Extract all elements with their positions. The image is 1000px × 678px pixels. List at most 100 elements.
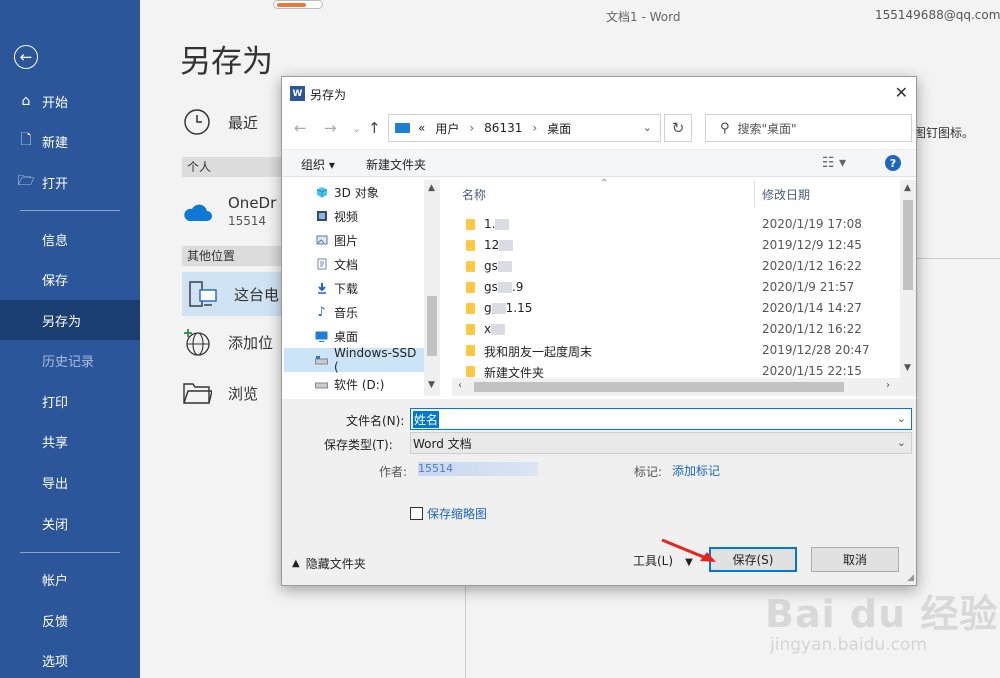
file-list-horizontal-scrollbar[interactable]: ‹ › (452, 378, 916, 396)
recent-locations-icon[interactable]: ⌄ (352, 122, 361, 135)
location-this-pc[interactable]: 这台电 (182, 272, 292, 316)
dialog-titlebar[interactable]: W 另存为 ✕ (282, 77, 916, 109)
file-row[interactable]: x 2020/1/12 16:22 (452, 319, 898, 340)
file-row[interactable]: 1. 2020/1/19 17:08 (452, 214, 898, 235)
chevron-right-icon[interactable]: › (886, 380, 890, 391)
tree-item-downloads[interactable]: 下载 (284, 276, 424, 300)
tree-item-pictures[interactable]: 图片 (284, 228, 424, 252)
blurred-text (499, 240, 514, 251)
filetype-select[interactable]: Word 文档 ⌄ (410, 432, 912, 454)
nav-info[interactable]: 信息 (0, 219, 140, 259)
search-input[interactable]: ⚲ 搜索"桌面" (705, 114, 912, 142)
file-row[interactable]: 我和朋友一起度周末 2019/12/28 20:47 (452, 340, 898, 361)
folder-icon (466, 366, 475, 377)
file-row[interactable]: 12 2019/12/9 12:45 (452, 235, 898, 256)
up-icon[interactable]: ↑ (368, 119, 381, 137)
checkbox-box[interactable] (410, 507, 423, 520)
location-add-place[interactable]: 添加位 (180, 325, 290, 359)
tree-item-drive-d[interactable]: 软件 (D:) (284, 372, 424, 396)
navigation-pane: 3D 对象 视频 图片 文档 下载 ♪ 音乐 桌面 Windows-SSD ( (284, 180, 440, 396)
back-arrow-icon[interactable]: ← (14, 45, 38, 69)
scrollbar-thumb[interactable] (474, 382, 844, 392)
nav-history[interactable]: 历史记录 (0, 340, 140, 380)
file-row[interactable]: g 1.15 2020/1/14 14:27 (452, 298, 898, 319)
view-options-icon[interactable]: ☷ ▾ (822, 155, 846, 171)
save-button[interactable]: 保存(S) (709, 547, 797, 572)
tree-item-label: 软件 (D:) (334, 377, 385, 392)
nav-account[interactable]: 帐户 (0, 559, 140, 599)
nav-options[interactable]: 选项 (0, 640, 140, 678)
chevron-down-icon[interactable]: ▼ (428, 380, 435, 390)
nav-close[interactable]: 关闭 (0, 503, 140, 543)
nav-export[interactable]: 导出 (0, 462, 140, 502)
file-date: 2019/12/28 20:47 (762, 343, 870, 357)
tree-item-desktop[interactable]: 桌面 (284, 324, 424, 348)
chevron-down-icon[interactable]: ▼ (904, 363, 911, 373)
breadcrumb-user[interactable]: 86131 (484, 121, 522, 135)
nav-share[interactable]: 共享 (0, 421, 140, 461)
chevron-right-icon[interactable]: › (469, 121, 474, 135)
back-icon[interactable]: ← (294, 119, 307, 137)
column-header-date[interactable]: 修改日期 (762, 180, 810, 208)
add-tag-link[interactable]: 添加标记 (672, 462, 720, 479)
column-header-name[interactable]: 名称 (462, 180, 486, 208)
location-recent[interactable]: 最近 (180, 105, 290, 139)
chevron-right-icon[interactable]: › (532, 121, 537, 135)
tree-item-documents[interactable]: 文档 (284, 252, 424, 276)
location-browse[interactable]: 浏览 (180, 376, 290, 410)
hide-folders-toggle[interactable]: ▲ 隐藏文件夹 (292, 555, 366, 572)
help-icon[interactable]: ? (885, 155, 901, 171)
chevron-up-icon[interactable]: ▲ (904, 183, 911, 193)
organize-button[interactable]: 组织 ▾ (301, 156, 335, 173)
blurred-text (497, 282, 512, 293)
onedrive-name: OneDr (228, 194, 277, 212)
column-divider[interactable] (754, 180, 755, 208)
forward-icon[interactable]: → (324, 119, 337, 137)
chevron-down-icon[interactable]: ⌄ (897, 436, 906, 449)
resize-grip-icon[interactable]: ◢ (907, 573, 914, 583)
close-icon[interactable]: ✕ (895, 83, 908, 102)
chevron-left-icon[interactable]: ‹ (458, 380, 462, 391)
cancel-button[interactable]: 取消 (811, 547, 899, 572)
caret-up-icon: ▲ (292, 558, 300, 569)
author-value[interactable]: 15514 (418, 462, 538, 476)
drive-icon (315, 354, 328, 366)
tree-item-music[interactable]: ♪ 音乐 (284, 300, 424, 324)
pc-icon (395, 123, 410, 133)
file-name-text: 1. (484, 217, 496, 231)
breadcrumb-users[interactable]: 用户 (435, 120, 459, 137)
filename-input[interactable]: 姓名 ⌄ (410, 408, 912, 430)
file-row[interactable]: gs .9 2020/1/9 21:57 (452, 277, 898, 298)
file-list-vertical-scrollbar[interactable]: ▲ ▼ (900, 180, 916, 378)
save-thumbnail-checkbox[interactable]: 保存缩略图 (410, 505, 487, 522)
scrollbar-thumb[interactable] (427, 296, 437, 356)
file-row[interactable]: gs 2020/1/12 16:22 (452, 256, 898, 277)
file-date: 2020/1/12 16:22 (762, 322, 862, 336)
nav-save[interactable]: 保存 (0, 259, 140, 299)
nav-new[interactable]: 🗋 新建 (0, 121, 140, 161)
nav-home-label: 开始 (42, 95, 69, 111)
tree-item-3d-objects[interactable]: 3D 对象 (284, 180, 424, 204)
watermark-logo: Bai du 经验 (765, 592, 999, 636)
nav-feedback[interactable]: 反馈 (0, 600, 140, 640)
tree-item-label: 桌面 (334, 329, 359, 344)
location-onedrive[interactable]: OneDr 15514 (180, 194, 290, 230)
refresh-icon[interactable]: ↻ (664, 114, 692, 142)
new-folder-button[interactable]: 新建文件夹 (366, 156, 426, 173)
breadcrumb-overflow[interactable]: « (418, 121, 425, 135)
drive-icon (315, 378, 328, 390)
nav-open[interactable]: 🗁 打开 (0, 162, 140, 202)
chevron-down-icon[interactable]: ⌄ (643, 121, 652, 134)
tree-scrollbar[interactable]: ▲ ▼ (424, 180, 440, 396)
tree-item-windows-ssd[interactable]: Windows-SSD ( (284, 346, 424, 374)
scrollbar-thumb[interactable] (903, 200, 913, 290)
address-bar[interactable]: « 用户 › 86131 › 桌面 ⌄ (388, 114, 661, 142)
chevron-up-icon[interactable]: ▲ (428, 183, 435, 193)
nav-home[interactable]: ⌂ 开始 (0, 81, 140, 121)
chevron-down-icon[interactable]: ⌄ (897, 412, 906, 425)
breadcrumb-desktop[interactable]: 桌面 (547, 120, 571, 137)
nav-print[interactable]: 打印 (0, 381, 140, 421)
tree-item-videos[interactable]: 视频 (284, 204, 424, 228)
nav-save-as[interactable]: 另存为 (0, 300, 140, 340)
folder-icon (466, 219, 475, 230)
